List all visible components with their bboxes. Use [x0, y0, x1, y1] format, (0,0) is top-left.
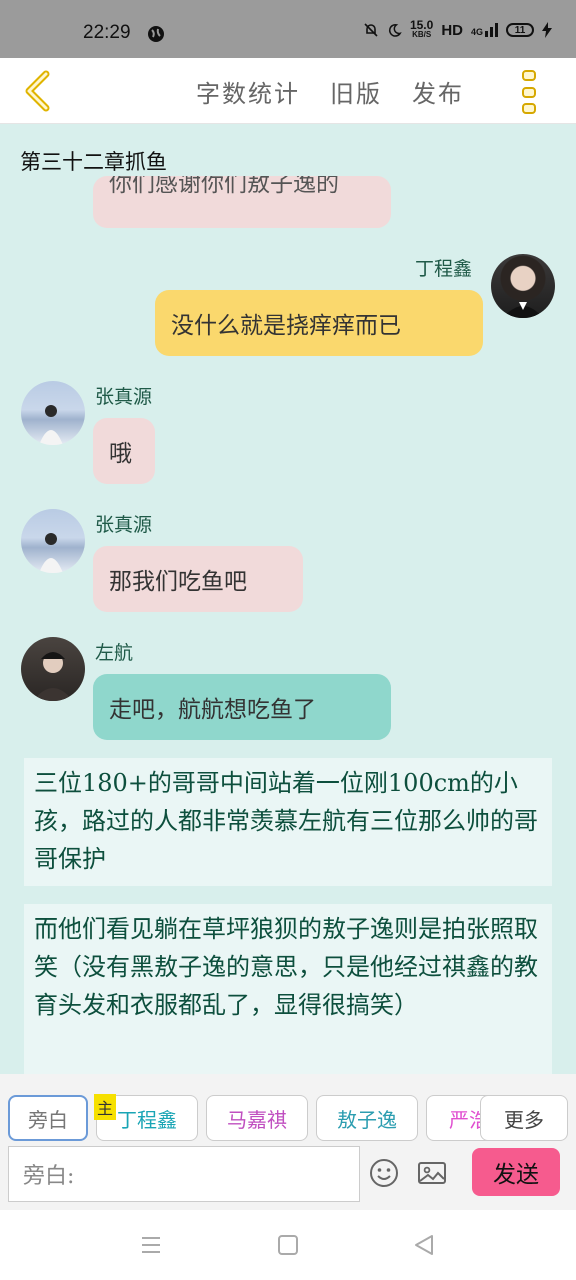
- role-ao-ziyi-button[interactable]: 敖子逸: [316, 1095, 418, 1141]
- emoji-icon[interactable]: [368, 1157, 400, 1189]
- speaker-name: 张真源: [95, 514, 153, 536]
- role-ma-jiaqi-button[interactable]: 马嘉祺: [206, 1095, 308, 1141]
- avatar-figure-icon: [503, 302, 543, 318]
- avatar-figure-icon: [39, 533, 63, 573]
- role-narrator-button[interactable]: 旁白: [8, 1095, 88, 1141]
- home-icon[interactable]: [277, 1234, 299, 1256]
- charging-icon: [542, 22, 552, 38]
- speaker-name: 左航: [95, 642, 134, 664]
- avatar[interactable]: [491, 254, 555, 318]
- hd-indicator: HD: [441, 21, 463, 39]
- narration-block[interactable]: 三位180+的哥哥中间站着一位刚100cm的小孩，路过的人都非常羡慕左航有三位那…: [24, 758, 552, 886]
- back-icon[interactable]: [413, 1234, 435, 1256]
- avatar[interactable]: [21, 381, 85, 445]
- message-bubble[interactable]: 没什么就是挠痒痒而已: [155, 290, 483, 356]
- moon-icon: [388, 23, 402, 37]
- menu-icon[interactable]: [140, 1234, 162, 1256]
- more-roles-button[interactable]: 更多: [480, 1095, 568, 1141]
- mute-bell-icon: [364, 23, 378, 37]
- main-character-badge: 主: [94, 1094, 116, 1120]
- message-bubble[interactable]: 那我们吃鱼吧: [93, 546, 303, 612]
- battery-icon: 11: [506, 23, 534, 37]
- message-bubble[interactable]: 哦: [93, 418, 155, 484]
- speaker-name: 张真源: [95, 386, 153, 408]
- more-menu-icon[interactable]: [520, 70, 540, 114]
- story-chat-area[interactable]: 第三十二章抓鱼 你们感谢你们敖子逸的 丁程鑫 没什么就是挠痒痒而已 张真源 哦 …: [0, 124, 576, 1074]
- image-icon[interactable]: [416, 1157, 448, 1189]
- narration-block[interactable]: 而他们看见躺在草坪狼狈的敖子逸则是拍张照取笑（没有黑敖子逸的意思，只是他经过祺鑫…: [24, 904, 552, 1074]
- avatar-figure-icon: [39, 405, 63, 445]
- network-speed: 15.0 KB/S: [409, 18, 434, 39]
- avatar-figure-icon: [33, 652, 73, 701]
- avatar[interactable]: [21, 509, 85, 573]
- send-button[interactable]: 发送: [472, 1148, 560, 1196]
- message-bubble[interactable]: 你们感谢你们敖子逸的: [93, 176, 391, 228]
- system-nav-bar: [0, 1210, 576, 1280]
- speaker-name: 丁程鑫: [415, 258, 473, 280]
- signal-icon: 4G: [471, 23, 498, 37]
- globe-icon: [148, 26, 164, 42]
- message-input[interactable]: 旁白:: [8, 1146, 360, 1202]
- back-arrow-icon[interactable]: [22, 70, 54, 112]
- avatar[interactable]: [21, 637, 85, 701]
- editor-toolbar: 字数统计 旧版 发布: [0, 58, 576, 124]
- chapter-title: 第三十二章抓鱼: [20, 150, 167, 174]
- status-time: 22:29: [83, 22, 131, 43]
- status-bar: 22:29 15.0 KB/S HD 4G 11: [0, 0, 576, 58]
- old-version-button[interactable]: 旧版: [330, 74, 382, 109]
- message-bubble[interactable]: 走吧，航航想吃鱼了: [93, 674, 391, 740]
- composer-panel: 旁白 丁程鑫 主 马嘉祺 敖子逸 严浩 更多 旁白: 发送: [0, 1074, 576, 1210]
- word-count-button[interactable]: 字数统计: [196, 74, 300, 109]
- publish-button[interactable]: 发布: [412, 74, 464, 109]
